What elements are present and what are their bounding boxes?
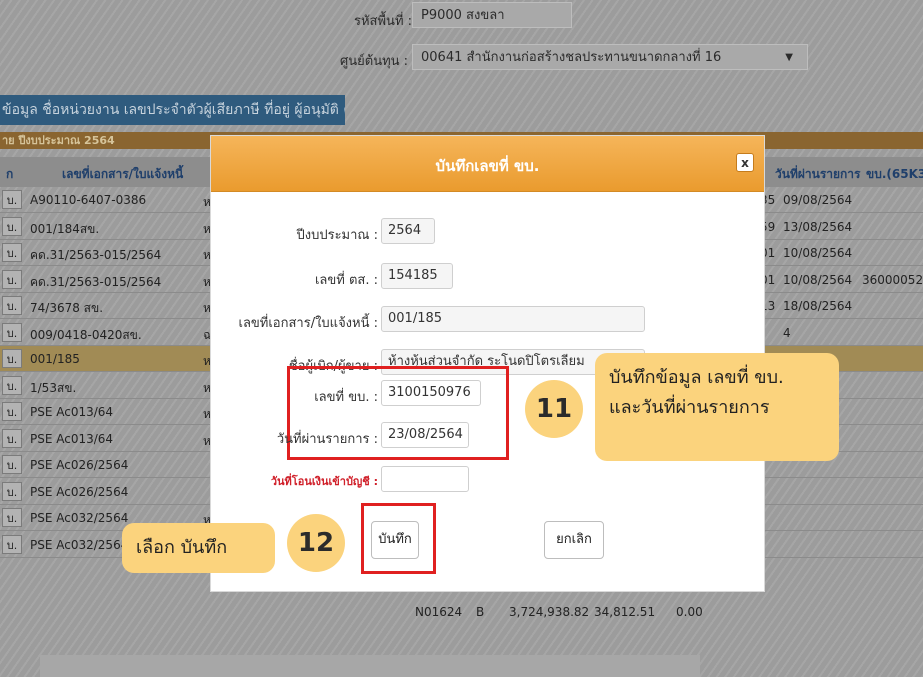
row-action-button[interactable]: บ. — [2, 190, 22, 209]
cancel-button[interactable]: ยกเลิก — [544, 521, 604, 559]
cell-type: B — [476, 605, 485, 619]
cell-post-date: 10/08/2564 — [783, 273, 853, 287]
row-action-button[interactable]: บ. — [2, 323, 22, 342]
ds-no-field[interactable]: 154185 — [381, 263, 453, 289]
row-action-button[interactable]: บ. — [2, 270, 22, 289]
doc-no-field[interactable]: 001/185 — [381, 306, 645, 332]
row-action-button[interactable]: บ. — [2, 535, 22, 554]
step-12-marker: 12 — [287, 514, 345, 572]
row-action-button[interactable]: บ. — [2, 508, 22, 527]
post-date-label: วันที่ผ่านรายการ : — [276, 432, 378, 447]
cell-doc-no: 001/185 — [30, 352, 80, 366]
post-date-input[interactable]: 23/08/2564 — [381, 422, 469, 448]
transfer-date-label: วันที่โอนเงินเข้าบัญชี : — [270, 475, 378, 488]
cell-tax: 34,812.51 — [594, 605, 656, 619]
area-field[interactable]: P9000 สงขลา — [412, 2, 572, 28]
row-action-button[interactable]: บ. — [2, 402, 22, 421]
cell-zero: 0.00 — [676, 605, 703, 619]
cell-doc-no: PSE Ac032/2564 — [30, 538, 129, 552]
row-action-button[interactable]: บ. — [2, 376, 22, 395]
step-11-marker: 11 — [525, 380, 583, 438]
col-header-1: ก — [6, 167, 14, 181]
cell-doc-no: PSE Ac013/64 — [30, 432, 114, 446]
cost-center-select[interactable]: 00641 สำนักงานก่อสร้างชลประทานขนาดกลางที… — [412, 44, 808, 70]
cost-center-label: ศูนย์ต้นทุน : — [340, 54, 409, 69]
row-action-button[interactable]: บ. — [2, 349, 22, 368]
area-label: รหัสพื้นที่ : — [354, 14, 413, 29]
cell-doc-no: PSE Ac013/64 — [30, 405, 114, 419]
cell-doc-no: A90110-6407-0386 — [30, 193, 147, 207]
dialog-header: บันทึกเลขที่ ขบ. x — [211, 136, 764, 192]
cell-post-date: 09/08/2564 — [783, 193, 853, 207]
row-action-button[interactable]: บ. — [2, 243, 22, 262]
save-button[interactable]: บันทึก — [371, 521, 419, 559]
tab-org-info[interactable]: ข้อมูล ชื่อหน่วยงาน เลขประจำตัวผู้เสียภา… — [0, 95, 345, 125]
fiscal-year-field[interactable]: 2564 — [381, 218, 435, 244]
cell-doc-no: PSE Ac026/2564 — [30, 485, 129, 499]
close-icon: x — [741, 156, 749, 170]
doc-no-label: เลขที่เอกสาร/ใบแจ้งหนี้ : — [238, 316, 379, 331]
col-header-date: วันที่ผ่านรายการ — [775, 167, 861, 181]
transfer-date-input[interactable] — [381, 466, 469, 492]
row-action-button[interactable]: บ. — [2, 455, 22, 474]
horizontal-scrollbar[interactable] — [40, 655, 700, 677]
step-11-callout: บันทึกข้อมูล เลขที่ ขบ. และวันที่ผ่านราย… — [595, 353, 839, 461]
cell-code: N01624 — [415, 605, 463, 619]
cell-doc-no: 74/3678 สข. — [30, 301, 104, 315]
cell-kb-no: 3600005243 — [862, 273, 923, 287]
row-action-button[interactable]: บ. — [2, 429, 22, 448]
last-row-extra: N01624 B 3,724,938.82 34,812.51 0.00 — [0, 599, 923, 625]
step-11-line2: และวันที่ผ่านรายการ — [609, 397, 770, 418]
cell-post-date: 18/08/2564 — [783, 299, 853, 313]
cell-doc-no: 009/0418-0420สข. — [30, 328, 142, 342]
cell-doc-no: 1/53สข. — [30, 381, 77, 395]
cell-post-date: 13/08/2564 — [783, 220, 853, 234]
cell-amount: 3,724,938.82 — [509, 605, 590, 619]
row-action-button[interactable]: บ. — [2, 482, 22, 501]
kb-no-label: เลขที่ ขบ. : — [314, 390, 378, 405]
cost-center-value: 00641 สำนักงานก่อสร้างชลประทานขนาดกลางที… — [421, 50, 722, 65]
fiscal-year-label: ปีงบประมาณ : — [296, 228, 378, 243]
col-header-kb: ขบ.(65K3) — [866, 167, 923, 181]
step-11-line1: บันทึกข้อมูล เลขที่ ขบ. — [609, 367, 784, 388]
cell-post-date: 4 — [783, 326, 791, 340]
chevron-down-icon: ▼ — [785, 52, 793, 63]
cell-doc-no: 001/184สข. — [30, 222, 100, 236]
close-button[interactable]: x — [736, 153, 754, 172]
kb-no-input[interactable]: 3100150976 — [381, 380, 481, 406]
cell-doc-no: PSE Ac026/2564 — [30, 458, 129, 472]
cell-doc-no: คด.31/2563-015/2564 — [30, 275, 162, 289]
row-action-button[interactable]: บ. — [2, 217, 22, 236]
col-header-doc: เลขที่เอกสาร/ใบแจ้งหนี้ — [62, 167, 184, 181]
dialog-title: บันทึกเลขที่ ขบ. — [435, 157, 540, 175]
step-12-callout: เลือก บันทึก — [122, 523, 275, 573]
cell-doc-no: คด.31/2563-015/2564 — [30, 248, 162, 262]
cell-post-date: 10/08/2564 — [783, 246, 853, 260]
row-action-button[interactable]: บ. — [2, 296, 22, 315]
cell-doc-no: PSE Ac032/2564 — [30, 511, 129, 525]
ds-no-label: เลขที่ ตส. : — [314, 273, 378, 288]
